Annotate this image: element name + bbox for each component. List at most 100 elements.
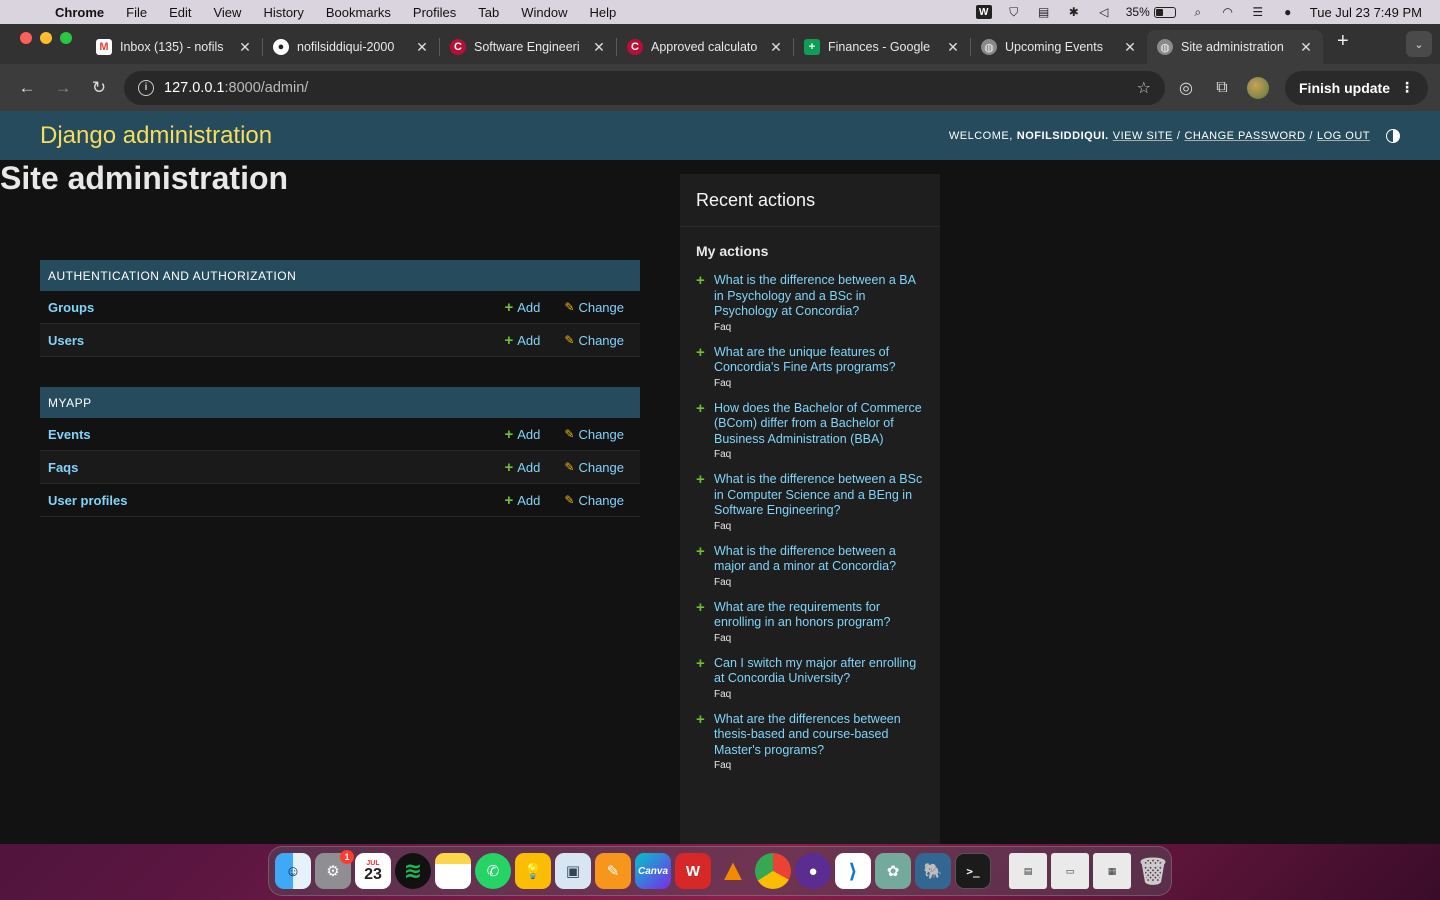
- add-events-link[interactable]: + Add: [504, 426, 540, 443]
- siri-icon[interactable]: ●: [1280, 5, 1296, 19]
- trash-icon[interactable]: 🗑: [1135, 853, 1171, 889]
- tab-upcoming-events[interactable]: ◍ Upcoming Events ✕: [971, 30, 1147, 64]
- tab-search-icon[interactable]: ⌄: [1406, 31, 1432, 57]
- change-users-link[interactable]: ✎ Change: [564, 333, 624, 348]
- module-caption[interactable]: MYAPP: [40, 387, 640, 418]
- recent-document-icon[interactable]: ▤: [1009, 853, 1047, 889]
- canva-icon[interactable]: Canva: [635, 853, 671, 889]
- recent-document-icon[interactable]: ▦: [1093, 853, 1131, 889]
- tab-gmail[interactable]: M Inbox (135) - nofils ✕: [86, 30, 262, 64]
- wps-icon[interactable]: W: [675, 853, 711, 889]
- action-link[interactable]: How does the Bachelor of Commerce (BCom)…: [714, 401, 924, 448]
- forward-icon[interactable]: →: [48, 73, 78, 103]
- tab-close-icon[interactable]: ✕: [238, 39, 252, 56]
- system-settings-icon[interactable]: ⚙ 1: [315, 850, 354, 889]
- model-link-user-profiles[interactable]: User profiles: [48, 493, 504, 508]
- menu-file[interactable]: File: [115, 5, 158, 20]
- reload-icon[interactable]: ↻: [84, 73, 114, 103]
- wifi-icon[interactable]: ◠: [1220, 5, 1236, 19]
- view-site-link[interactable]: VIEW SITE: [1113, 130, 1173, 142]
- spotlight-search-icon[interactable]: ⌕: [1190, 5, 1206, 19]
- tab-software-engineering[interactable]: C Software Engineeri ✕: [440, 30, 616, 64]
- menu-edit[interactable]: Edit: [158, 5, 202, 20]
- wps-status-icon[interactable]: W: [975, 5, 992, 19]
- tab-close-icon[interactable]: ✕: [1123, 39, 1137, 56]
- tab-finances[interactable]: + Finances - Google ✕: [794, 30, 970, 64]
- add-faqs-link[interactable]: + Add: [504, 459, 540, 476]
- pages-icon[interactable]: ✎: [595, 853, 631, 889]
- profile-avatar[interactable]: [1247, 76, 1269, 99]
- chatgpt-icon[interactable]: ✿: [875, 853, 911, 889]
- tab-close-icon[interactable]: ✕: [769, 39, 783, 56]
- menu-tab[interactable]: Tab: [467, 5, 510, 20]
- change-user-profiles-link[interactable]: ✎ Change: [564, 493, 624, 508]
- spotify-icon[interactable]: ≋: [395, 853, 431, 889]
- keyboard-icon[interactable]: ▤: [1036, 5, 1052, 19]
- tab-close-icon[interactable]: ✕: [946, 39, 960, 56]
- change-events-link[interactable]: ✎ Change: [564, 427, 624, 442]
- calendar-icon[interactable]: JUL 23: [355, 853, 391, 889]
- module-caption[interactable]: AUTHENTICATION AND AUTHORIZATION: [40, 260, 640, 291]
- terminal-icon[interactable]: >_: [955, 853, 991, 889]
- action-link[interactable]: What are the unique features of Concordi…: [714, 345, 924, 376]
- action-link[interactable]: What is the difference between a major a…: [714, 544, 924, 575]
- theme-toggle-icon[interactable]: [1386, 128, 1400, 143]
- menu-view[interactable]: View: [202, 5, 252, 20]
- menu-profiles[interactable]: Profiles: [402, 5, 467, 20]
- address-bar[interactable]: i 127.0.0.1:8000/admin/ ☆: [124, 70, 1165, 105]
- finder-icon[interactable]: ☺: [275, 853, 311, 889]
- tab-close-icon[interactable]: ✕: [592, 39, 606, 56]
- site-info-icon[interactable]: i: [138, 79, 154, 96]
- tab-site-administration[interactable]: ◍ Site administration ✕: [1147, 30, 1323, 64]
- back-icon[interactable]: ←: [12, 73, 42, 103]
- vscode-icon[interactable]: ⟩: [835, 853, 871, 889]
- mute-icon[interactable]: ◁: [1096, 5, 1112, 19]
- notes-icon[interactable]: [435, 853, 471, 889]
- menu-help[interactable]: Help: [579, 5, 628, 20]
- menu-bookmarks[interactable]: Bookmarks: [315, 5, 402, 20]
- control-center-icon[interactable]: ☰: [1250, 5, 1266, 19]
- extensions-icon[interactable]: ⧉: [1207, 73, 1237, 103]
- add-users-link[interactable]: + Add: [504, 332, 540, 349]
- add-user-profiles-link[interactable]: + Add: [504, 492, 540, 509]
- action-link[interactable]: What is the difference between a BA in P…: [714, 273, 924, 320]
- url-text[interactable]: 127.0.0.1:8000/admin/: [164, 80, 308, 96]
- model-link-groups[interactable]: Groups: [48, 300, 504, 315]
- log-out-link[interactable]: LOG OUT: [1317, 130, 1370, 142]
- minimize-window-button[interactable]: [40, 31, 52, 44]
- tab-close-icon[interactable]: ✕: [1299, 39, 1313, 56]
- add-groups-link[interactable]: + Add: [504, 299, 540, 316]
- menu-app-name[interactable]: Chrome: [44, 5, 115, 20]
- menu-history[interactable]: History: [252, 5, 314, 20]
- menubar-clock[interactable]: Tue Jul 23 7:49 PM: [1310, 5, 1422, 20]
- whatsapp-icon[interactable]: ✆: [475, 853, 511, 889]
- fullscreen-window-button[interactable]: [60, 31, 72, 44]
- bluetooth-off-icon[interactable]: ✱: [1066, 5, 1082, 19]
- menu-window[interactable]: Window: [510, 5, 578, 20]
- change-groups-link[interactable]: ✎ Change: [564, 300, 624, 315]
- preview-icon[interactable]: ▣: [555, 853, 591, 889]
- action-link[interactable]: Can I switch my major after enrolling at…: [714, 656, 924, 687]
- new-tab-icon[interactable]: +: [1323, 30, 1363, 59]
- keep-icon[interactable]: 💡: [515, 853, 551, 889]
- action-link[interactable]: What are the requirements for enrolling …: [714, 600, 924, 631]
- tab-approved-calculators[interactable]: C Approved calculato ✕: [617, 30, 793, 64]
- tab-close-icon[interactable]: ✕: [415, 39, 429, 56]
- site-branding[interactable]: Django administration: [40, 122, 272, 150]
- recent-document-icon[interactable]: ▭: [1051, 853, 1089, 889]
- model-link-users[interactable]: Users: [48, 333, 504, 348]
- bookmark-star-icon[interactable]: ☆: [1137, 78, 1151, 98]
- finish-update-button[interactable]: Finish update ⋮: [1285, 70, 1428, 105]
- action-link[interactable]: What is the difference between a BSc in …: [714, 472, 924, 519]
- close-window-button[interactable]: [20, 31, 32, 44]
- action-link[interactable]: What are the differences between thesis-…: [714, 712, 924, 759]
- translate-icon[interactable]: ◎: [1171, 73, 1201, 103]
- pgadmin-icon[interactable]: 🐘: [915, 853, 951, 889]
- model-link-events[interactable]: Events: [48, 427, 504, 442]
- battery-indicator[interactable]: 35%: [1126, 5, 1176, 19]
- change-faqs-link[interactable]: ✎ Change: [564, 460, 624, 475]
- tab-github[interactable]: ● nofilsiddiqui-2000 ✕: [263, 30, 439, 64]
- github-desktop-icon[interactable]: ●: [795, 853, 831, 889]
- model-link-faqs[interactable]: Faqs: [48, 460, 504, 475]
- shield-icon[interactable]: ⛉: [1006, 5, 1022, 19]
